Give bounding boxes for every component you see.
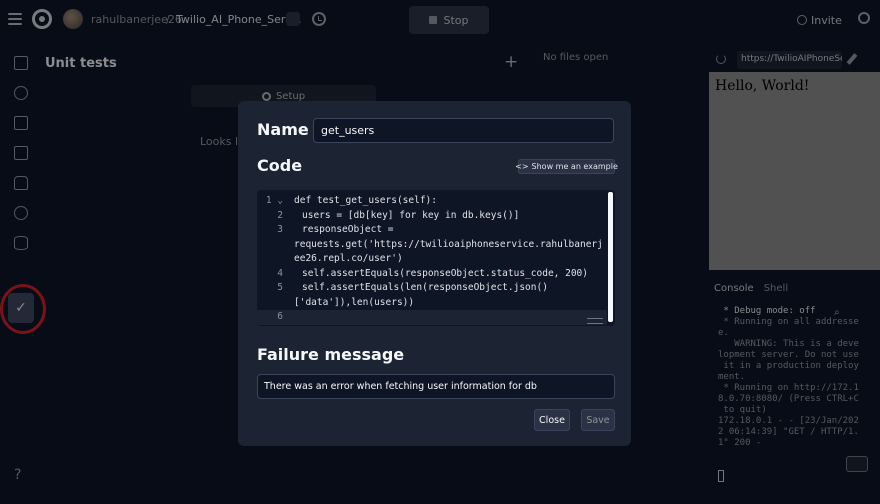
code-brackets-icon: <> [515, 162, 529, 171]
code-text: self.assertEquals(responseObject.status_… [302, 267, 588, 279]
code-editor[interactable]: 1 ⌄ def test_get_users(self): 2 users = [d… [257, 190, 615, 326]
code-line: ['data']),len(users)) [257, 296, 607, 311]
code-line: 1 ⌄ def test_get_users(self): [257, 194, 607, 209]
code-line: requests.get('https://twilioaiphoneservi… [257, 238, 607, 253]
code-line: ee26.repl.co/user') [257, 252, 607, 267]
failure-message-label: Failure message [257, 345, 405, 364]
code-text: ee26.repl.co/user') [294, 253, 403, 264]
code-line: 2 users = [db[key] for key in db.keys()] [257, 209, 607, 224]
code-label: Code [257, 156, 303, 175]
failure-message-input[interactable]: There was an error when fetching user in… [257, 374, 615, 399]
code-line: 3 responseObject = [257, 223, 607, 238]
code-text: requests.get('https://twilioaiphoneservi… [294, 238, 603, 250]
line-number: 4 [277, 267, 283, 279]
line-number: 6 [277, 311, 283, 322]
code-line: 4 self.assertEquals(responseObject.status… [257, 267, 607, 282]
code-line-active: 6 [257, 310, 607, 325]
save-button[interactable]: Save [581, 409, 615, 431]
line-number: 3 [277, 224, 283, 235]
show-example-button[interactable]: <> Show me an example [515, 159, 618, 174]
line-number: 1 ⌄ [265, 195, 283, 206]
resize-handle-icon[interactable] [587, 318, 603, 324]
code-text: responseObject = [302, 224, 394, 235]
show-example-label: Show me an example [531, 162, 618, 171]
close-button[interactable]: Close [534, 409, 570, 431]
code-text: ['data']),len(users)) [294, 296, 415, 308]
code-line: 5 self.assertEquals(len(responseObject.js… [257, 281, 607, 296]
test-name-input[interactable]: get_users [313, 118, 614, 143]
code-text: users = [db[key] for key in db.keys()] [302, 209, 520, 221]
line-number: 2 [277, 209, 283, 221]
code-text: self.assertEquals(len(responseObject.jso… [302, 282, 548, 293]
new-test-dialog: Name get_users Code <> Show me an exampl… [238, 101, 631, 446]
name-label: Name [257, 120, 309, 139]
code-scrollbar[interactable] [608, 192, 613, 322]
line-number: 5 [277, 282, 283, 293]
code-text: def test_get_users(self): [294, 195, 437, 206]
